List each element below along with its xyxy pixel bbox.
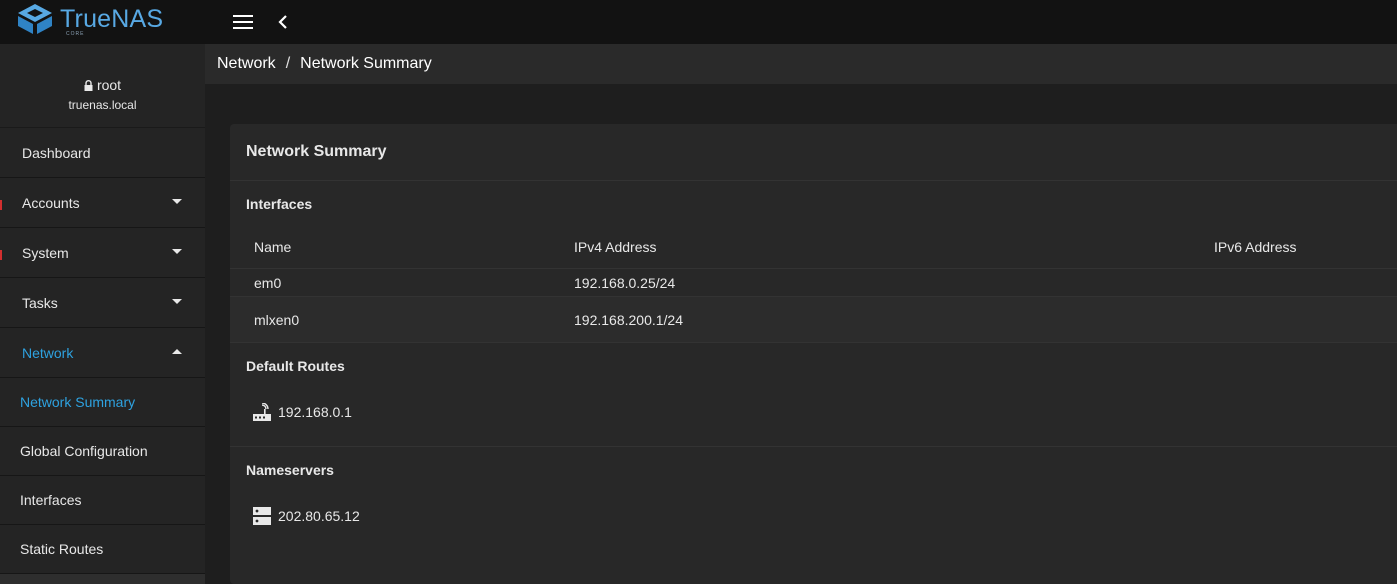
host-name: truenas.local	[68, 97, 137, 112]
sidebar-subitem-interfaces[interactable]: Interfaces	[0, 476, 205, 525]
chevron-up-icon	[172, 349, 182, 354]
user-info: root truenas.local	[0, 44, 205, 128]
breadcrumb-parent[interactable]: Network	[217, 55, 276, 73]
table-row: mlxen0 192.168.200.1/24	[230, 297, 1397, 343]
interfaces-section-title: Interfaces	[246, 196, 313, 212]
sidebar-item-label: Dashboard	[22, 144, 91, 161]
breadcrumb-separator: /	[285, 55, 291, 72]
breadcrumb: Network / Network Summary	[205, 44, 1397, 84]
interface-name: em0	[254, 274, 282, 291]
sidebar-item-system[interactable]: System	[0, 228, 205, 278]
default-routes-section-title: Default Routes	[246, 358, 345, 374]
sidebar-subitem-network-summary[interactable]: Network Summary	[0, 378, 205, 427]
lock-icon	[84, 79, 93, 91]
sidebar-item-label: Accounts	[22, 194, 80, 211]
chevron-down-icon	[172, 249, 182, 254]
sidebar-item-network[interactable]: Network	[0, 328, 205, 378]
column-header-ipv4: IPv4 Address	[574, 238, 657, 255]
brand-name: TrueNAS	[60, 5, 164, 33]
card-title: Network Summary	[230, 124, 1397, 181]
chevron-down-icon	[172, 299, 182, 304]
column-header-ipv6: IPv6 Address	[1214, 238, 1297, 255]
nameserver-value: 202.80.65.12	[278, 508, 360, 524]
sidebar-item-dashboard[interactable]: Dashboard	[0, 128, 205, 178]
interface-ipv4: 192.168.0.25/24	[574, 274, 676, 291]
sidebar-item-tasks[interactable]: Tasks	[0, 278, 205, 328]
interfaces-table-header: Name IPv4 Address IPv6 Address	[230, 225, 1397, 269]
table-row: em0 192.168.0.25/24	[230, 269, 1397, 297]
sidebar-item-label: System	[22, 244, 69, 261]
sidebar-scroll-edge	[0, 574, 205, 584]
dns-server-icon	[253, 507, 271, 525]
column-header-name: Name	[254, 238, 292, 255]
sidebar-item-accounts[interactable]: Accounts	[0, 178, 205, 228]
truenas-logo-icon	[18, 4, 52, 34]
sidebar-subitem-label: Interfaces	[20, 492, 82, 508]
sidebar-subitem-label: Global Configuration	[20, 443, 148, 459]
default-route-value: 192.168.0.1	[278, 403, 352, 420]
collapse-sidebar-button[interactable]	[271, 10, 295, 34]
nameserver-entry: 202.80.65.12	[230, 489, 1397, 551]
sidebar-subitem-label: Network Summary	[20, 394, 136, 410]
edition-label: CORE	[66, 31, 85, 37]
interface-name: mlxen0	[254, 311, 300, 328]
sidebar-subitem-global-configuration[interactable]: Global Configuration	[0, 427, 205, 476]
truenas-logo[interactable]: TrueNAS CORE	[16, 3, 164, 37]
user-name-row: root	[84, 76, 121, 94]
chevron-left-icon	[278, 15, 287, 29]
sidebar-item-label: Network	[22, 344, 74, 361]
breadcrumb-current: Network Summary	[300, 55, 432, 72]
sidebar-item-label: Tasks	[22, 294, 58, 311]
top-bar: TrueNAS CORE	[0, 0, 1397, 44]
sidebar: root truenas.local Dashboard Accounts Sy…	[0, 44, 205, 584]
hamburger-menu-button[interactable]	[231, 10, 255, 34]
menu-icon	[233, 15, 253, 29]
interface-ipv4: 192.168.200.1/24	[574, 311, 683, 328]
alert-indicator	[0, 250, 2, 260]
router-icon	[253, 402, 271, 421]
network-summary-card: Network Summary Interfaces Name IPv4 Add…	[230, 124, 1397, 584]
sidebar-subitem-static-routes[interactable]: Static Routes	[0, 525, 205, 574]
user-name: root	[96, 77, 122, 93]
chevron-down-icon	[172, 199, 182, 204]
alert-indicator	[0, 200, 2, 210]
nameservers-section-title: Nameservers	[246, 462, 334, 478]
sidebar-subitem-label: Static Routes	[20, 541, 104, 557]
default-route-entry: 192.168.0.1	[230, 385, 1397, 447]
